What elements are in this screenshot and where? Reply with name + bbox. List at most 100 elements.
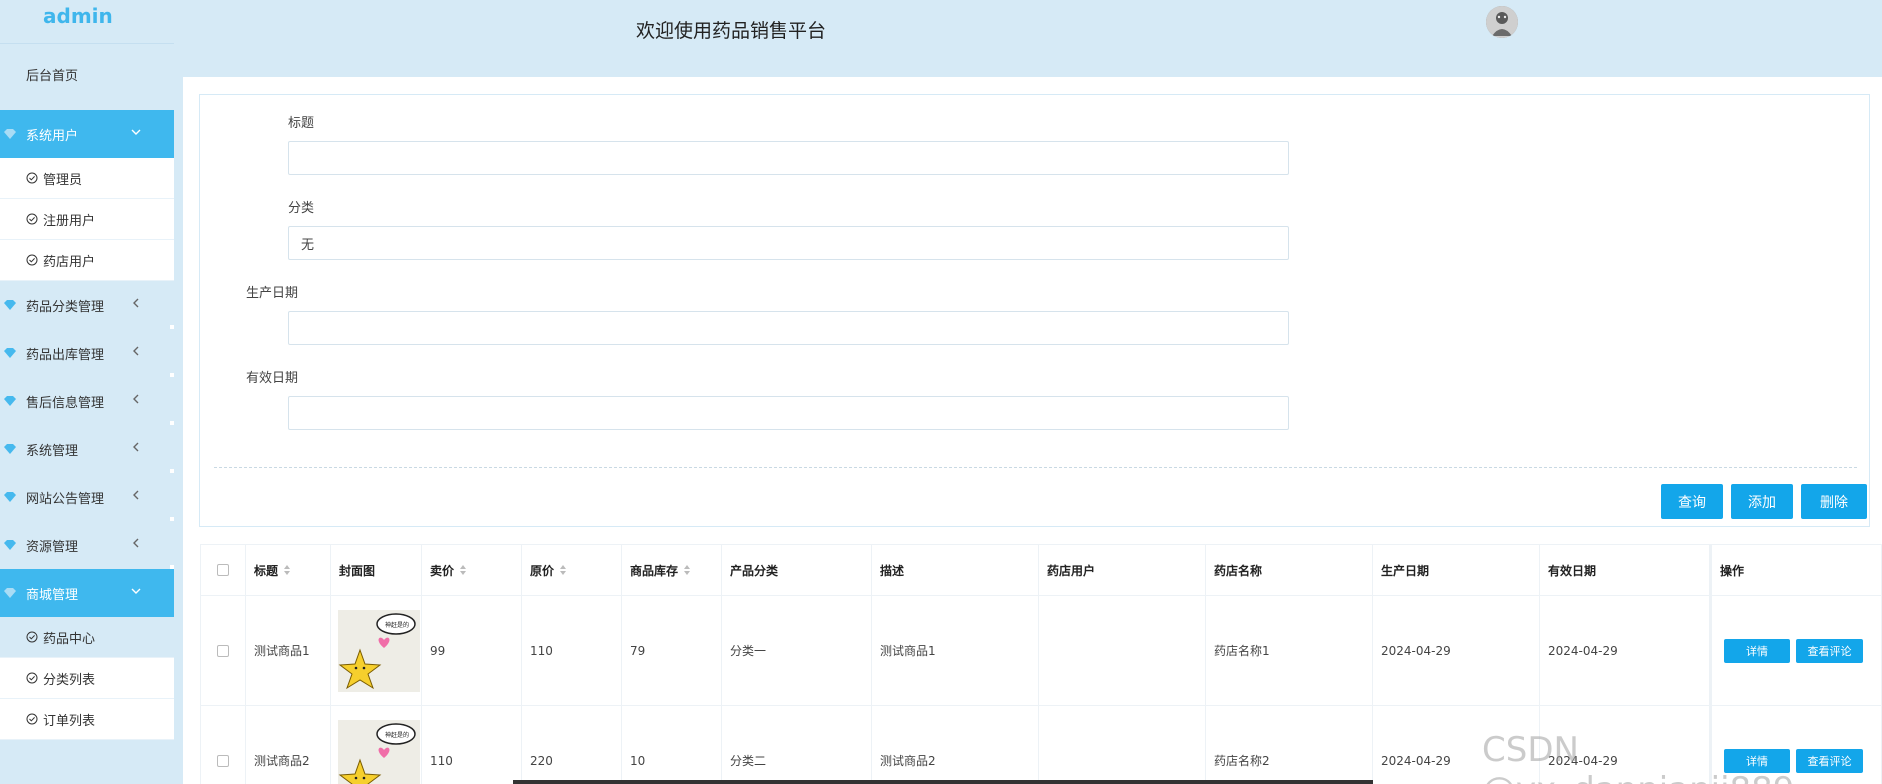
title-label: 标题: [288, 116, 315, 131]
view-reviews-button[interactable]: 查看评论: [1796, 638, 1863, 663]
brand-logo: admin: [43, 4, 113, 28]
col-stock[interactable]: 商品库存: [622, 545, 722, 595]
sidebar-item-label: 资源管理: [26, 539, 79, 555]
check-circle-icon: [26, 713, 38, 725]
table-row: 测试商品1 神赶是的 99 110 79 分类一 测试商品1 药店名称1 202…: [201, 596, 1882, 706]
cell-expiry-date: 2024-04-29: [1540, 596, 1710, 705]
select-all-checkbox[interactable]: [217, 564, 229, 576]
sidebar-subitem-drug-center[interactable]: 药品中心: [0, 617, 174, 658]
sidebar-subitem-registered-users[interactable]: 注册用户: [0, 199, 174, 240]
sidebar-subitem-order-list[interactable]: 订单列表: [0, 699, 174, 740]
sidebar-subitem-label: 注册用户: [43, 213, 96, 229]
cell-price: 110: [422, 706, 522, 784]
sidebar-item-label: 售后信息管理: [26, 395, 105, 411]
col-production-date: 生产日期: [1373, 545, 1540, 595]
cell-original-price: 110: [522, 596, 622, 705]
sidebar-item-system-management[interactable]: 系统管理: [0, 425, 174, 473]
sort-icon: [560, 565, 567, 575]
sidebar-subitem-label: 管理员: [43, 172, 83, 188]
cell-expiry-date: 2024-04-29: [1540, 706, 1710, 784]
check-circle-icon: [26, 172, 38, 184]
table-row: 测试商品2 神赶是的 110 220 10 分类二 测试商品2 药店名称2 20…: [201, 706, 1882, 784]
brand-divider: [0, 34, 174, 44]
sidebar-item-drug-outbound[interactable]: 药品出库管理: [0, 329, 174, 377]
cell-category: 分类二: [722, 706, 872, 784]
table-header-row: 标题 封面图 卖价 原价 商品库存 产品分类 描述 药店用户 药店名称 生产日期…: [201, 545, 1882, 596]
product-thumbnail[interactable]: 神赶是的: [338, 719, 420, 784]
sidebar-subitem-category-list[interactable]: 分类列表: [0, 658, 174, 699]
sidebar-item-mall[interactable]: 商城管理: [0, 569, 174, 617]
sidebar-item-resources[interactable]: 资源管理: [0, 521, 174, 569]
row-select-cell: [201, 706, 246, 784]
star-cartoon-image: 神赶是的: [338, 719, 420, 784]
cell-pharmacy-name: 药店名称1: [1206, 596, 1373, 705]
cell-stock: 79: [622, 596, 722, 705]
diamond-icon: [4, 588, 16, 598]
sidebar-item-system-users[interactable]: 系统用户: [0, 110, 174, 158]
detail-button[interactable]: 详情: [1724, 748, 1790, 773]
check-circle-icon: [26, 213, 38, 225]
col-price[interactable]: 卖价: [422, 545, 522, 595]
sidebar-menu: 后台首页 系统用户 管理员 注册用户 药店用户 药品分类管理 药品出库管理 售后…: [0, 44, 174, 740]
title-input[interactable]: [288, 141, 1289, 175]
page-title: 欢迎使用药品销售平台: [636, 20, 827, 42]
delete-button[interactable]: 删除: [1801, 484, 1867, 519]
sidebar-item-announcements[interactable]: 网站公告管理: [0, 473, 174, 521]
cell-category: 分类一: [722, 596, 872, 705]
diamond-icon: [4, 300, 16, 310]
cell-production-date: 2024-04-29: [1373, 706, 1540, 784]
chevron-left-icon: [130, 297, 144, 311]
star-cartoon-image: 神赶是的: [338, 609, 420, 692]
sidebar-subitem-label: 药店用户: [43, 254, 96, 270]
search-form: 标题 分类 无 生产日期 有效日期 查询 添加 删除: [199, 94, 1870, 527]
sidebar-subitem-admin[interactable]: 管理员: [0, 158, 174, 199]
chevron-down-icon: [130, 585, 144, 599]
diamond-icon: [4, 444, 16, 454]
check-circle-icon: [26, 631, 38, 643]
sidebar-subitem-label: 药品中心: [43, 631, 96, 647]
cell-title: 测试商品2: [246, 706, 331, 784]
category-value: 无: [301, 237, 315, 253]
cell-price: 99: [422, 596, 522, 705]
detail-button[interactable]: 详情: [1724, 638, 1790, 663]
submenu-system-users: 管理员 注册用户 药店用户: [0, 158, 174, 281]
col-description: 描述: [872, 545, 1039, 595]
cell-actions: 详情 查看评论: [1710, 706, 1882, 784]
sidebar-item-label: 网站公告管理: [26, 491, 105, 507]
chevron-down-icon: [130, 126, 144, 140]
horizontal-scrollbar[interactable]: [513, 780, 1373, 784]
sidebar-item-home[interactable]: 后台首页: [0, 44, 174, 110]
query-button[interactable]: 查询: [1661, 484, 1723, 519]
view-reviews-button[interactable]: 查看评论: [1796, 748, 1863, 773]
cell-pharmacy-user: [1039, 706, 1206, 784]
category-select[interactable]: 无: [288, 226, 1289, 260]
sidebar-item-label: 药品分类管理: [26, 299, 105, 315]
col-original-price[interactable]: 原价: [522, 545, 622, 595]
sidebar-item-after-sales[interactable]: 售后信息管理: [0, 377, 174, 425]
sidebar-item-drug-category[interactable]: 药品分类管理: [0, 281, 174, 329]
col-title[interactable]: 标题: [246, 545, 331, 595]
user-avatar-icon: [1486, 6, 1518, 38]
avatar[interactable]: [1486, 6, 1518, 38]
cell-pharmacy-user: [1039, 596, 1206, 705]
production-date-input[interactable]: [288, 311, 1289, 345]
diamond-icon: [4, 492, 16, 502]
sort-icon: [460, 565, 467, 575]
col-cover: 封面图: [331, 545, 422, 595]
sidebar-item-label: 药品出库管理: [26, 347, 105, 363]
row-select-cell: [201, 596, 246, 705]
sidebar-item-label: 系统用户: [26, 128, 79, 144]
row-checkbox[interactable]: [217, 754, 229, 767]
diamond-icon: [4, 348, 16, 358]
row-checkbox[interactable]: [217, 644, 229, 657]
add-button[interactable]: 添加: [1731, 484, 1793, 519]
category-label: 分类: [288, 201, 315, 216]
sidebar-subitem-pharmacy-users[interactable]: 药店用户: [0, 240, 174, 281]
cell-title: 测试商品1: [246, 596, 331, 705]
products-table: 标题 封面图 卖价 原价 商品库存 产品分类 描述 药店用户 药店名称 生产日期…: [200, 544, 1882, 784]
expiry-date-input[interactable]: [288, 396, 1289, 430]
product-thumbnail[interactable]: 神赶是的: [338, 609, 420, 692]
diamond-icon: [4, 129, 16, 139]
chevron-left-icon: [130, 489, 144, 503]
check-circle-icon: [26, 254, 38, 266]
